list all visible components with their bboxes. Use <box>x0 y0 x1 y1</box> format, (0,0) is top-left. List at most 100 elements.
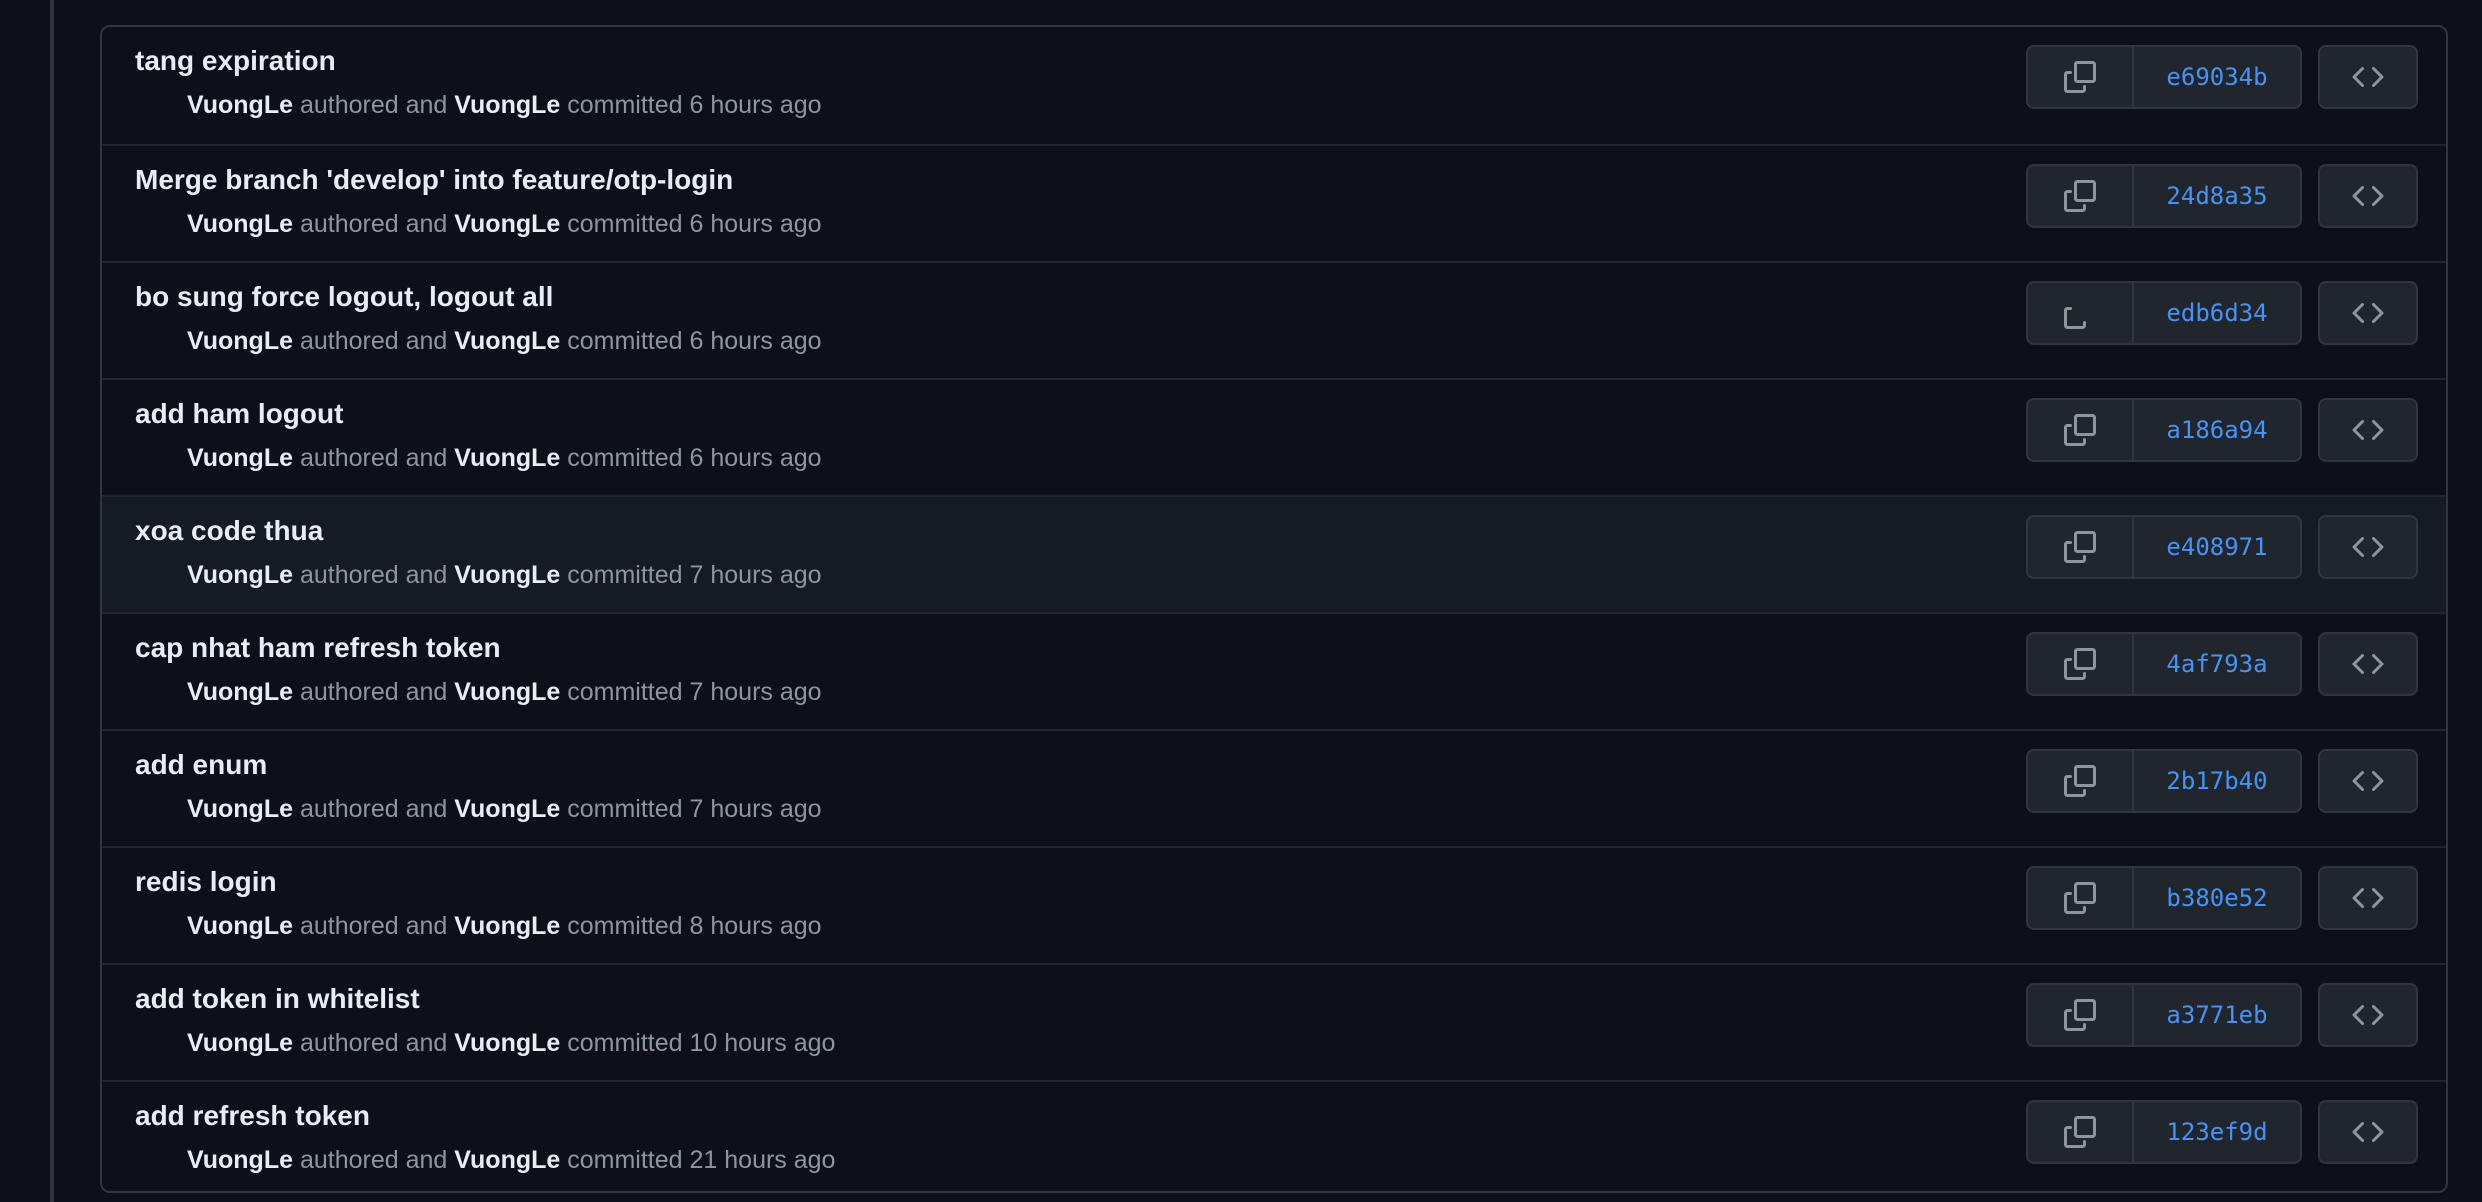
sha-link[interactable]: a186a94 <box>2134 400 2300 460</box>
copy-icon <box>2064 307 2086 329</box>
commit-title-link[interactable]: cap nhat ham refresh token <box>135 632 501 664</box>
copy-icon <box>2064 180 2096 212</box>
sha-button-group: e408971 <box>2026 515 2302 579</box>
committed-time: committed 6 hours ago <box>567 91 822 119</box>
commit-row: add ham logout VuongLe authored and Vuon… <box>102 378 2446 495</box>
author-link[interactable]: VuongLe <box>187 210 293 238</box>
commit-meta: VuongLe authored and VuongLe committed 6… <box>187 91 822 120</box>
author-link[interactable]: VuongLe <box>187 678 293 706</box>
browse-repo-button[interactable] <box>2318 749 2418 813</box>
copy-icon <box>2064 531 2096 563</box>
commit-title-link[interactable]: add enum <box>135 749 267 781</box>
commit-row: xoa code thua VuongLe authored and Vuong… <box>102 495 2446 612</box>
sha-link[interactable]: a3771eb <box>2134 985 2300 1045</box>
committed-time: committed 6 hours ago <box>567 444 822 472</box>
commit-title-link[interactable]: add ham logout <box>135 398 343 430</box>
committer-link[interactable]: VuongLe <box>454 1029 560 1057</box>
committed-time: committed 8 hours ago <box>567 912 822 940</box>
committer-link[interactable]: VuongLe <box>454 91 560 119</box>
timeline-line <box>50 0 54 1202</box>
author-link[interactable]: VuongLe <box>187 1146 293 1174</box>
commit-title-link[interactable]: add token in whitelist <box>135 983 420 1015</box>
copy-sha-button[interactable] <box>2028 868 2134 928</box>
copy-icon <box>2064 1116 2096 1148</box>
browse-repo-button[interactable] <box>2318 983 2418 1047</box>
copy-icon <box>2064 648 2096 680</box>
code-icon <box>2352 1121 2384 1143</box>
commit-title-link[interactable]: Merge branch 'develop' into feature/otp-… <box>135 164 733 196</box>
author-link[interactable]: VuongLe <box>187 327 293 355</box>
commit-row: bo sung force logout, logout all VuongLe… <box>102 261 2446 378</box>
browse-repo-button[interactable] <box>2318 866 2418 930</box>
committed-time: committed 7 hours ago <box>567 678 822 706</box>
sha-button-group: 4af793a <box>2026 632 2302 696</box>
author-link[interactable]: VuongLe <box>187 444 293 472</box>
author-link[interactable]: VuongLe <box>187 91 293 119</box>
sha-link[interactable]: b380e52 <box>2134 868 2300 928</box>
copy-sha-button[interactable] <box>2028 1102 2134 1162</box>
copy-sha-button[interactable] <box>2028 166 2134 226</box>
copy-sha-button[interactable] <box>2028 400 2134 460</box>
browse-repo-button[interactable] <box>2318 515 2418 579</box>
commit-row: add refresh token VuongLe authored and V… <box>102 1080 2446 1191</box>
copy-sha-button[interactable] <box>2028 283 2134 343</box>
browse-repo-button[interactable] <box>2318 632 2418 696</box>
sha-link[interactable]: 123ef9d <box>2134 1102 2300 1162</box>
code-icon <box>2352 887 2384 909</box>
commit-title-link[interactable]: redis login <box>135 866 277 898</box>
committer-link[interactable]: VuongLe <box>454 678 560 706</box>
commit-meta: VuongLe authored and VuongLe committed 8… <box>187 912 822 941</box>
committed-time: committed 6 hours ago <box>567 327 822 355</box>
copy-sha-button[interactable] <box>2028 985 2134 1045</box>
copy-sha-button[interactable] <box>2028 634 2134 694</box>
copy-sha-button[interactable] <box>2028 751 2134 811</box>
committer-link[interactable]: VuongLe <box>454 795 560 823</box>
committer-link[interactable]: VuongLe <box>454 1146 560 1174</box>
browse-repo-button[interactable] <box>2318 1100 2418 1164</box>
authored-text: authored and <box>299 561 448 589</box>
commit-title-link[interactable]: bo sung force logout, logout all <box>135 281 553 313</box>
sha-link[interactable]: 24d8a35 <box>2134 166 2300 226</box>
authored-text: authored and <box>299 210 448 238</box>
code-icon <box>2352 770 2384 792</box>
copy-sha-button[interactable] <box>2028 517 2134 577</box>
sha-link[interactable]: 2b17b40 <box>2134 751 2300 811</box>
commit-list: tang expiration VuongLe authored and Vuo… <box>100 25 2448 1193</box>
browse-repo-button[interactable] <box>2318 281 2418 345</box>
author-link[interactable]: VuongLe <box>187 561 293 589</box>
author-link[interactable]: VuongLe <box>187 795 293 823</box>
author-link[interactable]: VuongLe <box>187 912 293 940</box>
commit-row: redis login VuongLe authored and VuongLe… <box>102 846 2446 963</box>
commit-meta: VuongLe authored and VuongLe committed 1… <box>187 1029 835 1058</box>
commit-title-link[interactable]: add refresh token <box>135 1100 370 1132</box>
sha-link[interactable]: edb6d34 <box>2134 283 2300 343</box>
author-link[interactable]: VuongLe <box>187 1029 293 1057</box>
commit-meta: VuongLe authored and VuongLe committed 7… <box>187 795 822 824</box>
authored-text: authored and <box>299 795 448 823</box>
sha-link[interactable]: e69034b <box>2134 47 2300 107</box>
copy-sha-button[interactable] <box>2028 47 2134 107</box>
committer-link[interactable]: VuongLe <box>454 912 560 940</box>
authored-text: authored and <box>299 327 448 355</box>
sha-link[interactable]: 4af793a <box>2134 634 2300 694</box>
copy-icon <box>2064 999 2096 1031</box>
committer-link[interactable]: VuongLe <box>454 210 560 238</box>
browse-repo-button[interactable] <box>2318 398 2418 462</box>
authored-text: authored and <box>299 912 448 940</box>
commit-meta: VuongLe authored and VuongLe committed 7… <box>187 561 822 590</box>
browse-repo-button[interactable] <box>2318 45 2418 109</box>
code-icon <box>2352 536 2384 558</box>
commit-title-link[interactable]: tang expiration <box>135 45 336 77</box>
sha-button-group: b380e52 <box>2026 866 2302 930</box>
commit-meta: VuongLe authored and VuongLe committed 2… <box>187 1146 835 1175</box>
committer-link[interactable]: VuongLe <box>454 561 560 589</box>
authored-text: authored and <box>299 1029 448 1057</box>
sha-link[interactable]: e408971 <box>2134 517 2300 577</box>
committer-link[interactable]: VuongLe <box>454 327 560 355</box>
commit-title-link[interactable]: xoa code thua <box>135 515 323 547</box>
code-icon <box>2352 185 2384 207</box>
code-icon <box>2352 302 2384 324</box>
committer-link[interactable]: VuongLe <box>454 444 560 472</box>
browse-repo-button[interactable] <box>2318 164 2418 228</box>
code-icon <box>2352 1004 2384 1026</box>
